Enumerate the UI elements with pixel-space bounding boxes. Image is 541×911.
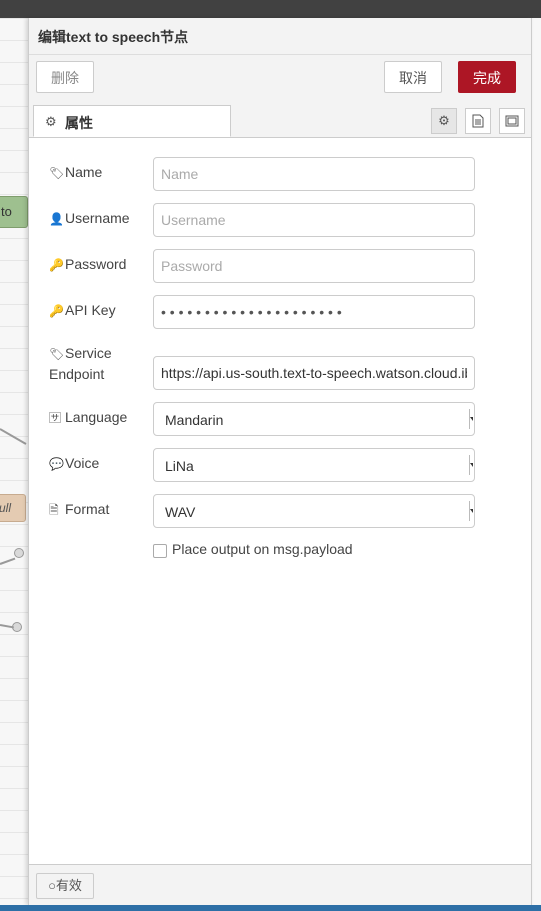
comment-icon: 💬 <box>49 457 64 471</box>
tab-properties[interactable]: ⚙ 属性 <box>33 105 231 137</box>
name-label-text: Name <box>65 164 103 180</box>
circle-icon: ○ <box>48 878 56 893</box>
name-field[interactable] <box>153 157 475 191</box>
tab-description-button[interactable] <box>465 108 491 134</box>
tag-icon: 🏷 <box>49 347 65 361</box>
gear-icon: ⚙ <box>45 114 57 129</box>
password-label: 🔑Password <box>49 256 126 272</box>
name-label: 🏷Name <box>49 164 102 180</box>
language-label-text: Language <box>65 409 128 425</box>
format-select[interactable]: WAV <box>153 494 475 528</box>
tag-icon: 🏷 <box>49 166 65 180</box>
flow-node[interactable]: ull <box>0 494 26 522</box>
dialog-toolbar: 删除 取消 完成 <box>29 55 531 103</box>
name-input[interactable] <box>154 158 474 190</box>
voice-selected-value: LiNa <box>165 458 194 474</box>
node-status-button[interactable]: ○有效 <box>36 873 94 899</box>
apikey-label-text: API Key <box>65 302 116 318</box>
payload-checkbox-label[interactable]: Place output on msg.payload <box>172 541 353 557</box>
key-icon: 🔑 <box>49 304 64 318</box>
username-field[interactable] <box>153 203 475 237</box>
done-button[interactable]: 完成 <box>458 61 516 93</box>
password-field[interactable] <box>153 249 475 283</box>
language-icon: 🈂 <box>49 411 62 425</box>
flow-wire <box>0 428 27 445</box>
voice-select[interactable]: LiNa <box>153 448 475 482</box>
flow-node-label: to <box>1 204 12 219</box>
username-input[interactable] <box>154 204 474 236</box>
top-bar <box>0 0 541 18</box>
apikey-label: 🔑API Key <box>49 302 116 318</box>
tab-appearance-button[interactable] <box>499 108 525 134</box>
voice-label-text: Voice <box>65 455 100 471</box>
chevron-down-icon <box>469 501 474 521</box>
endpoint-label-line1: Service <box>65 345 112 361</box>
gear-icon: ⚙ <box>438 113 450 128</box>
flow-canvas[interactable]: to ull <box>0 18 28 905</box>
tab-label: 属性 <box>65 115 93 131</box>
password-input[interactable] <box>154 250 474 282</box>
bottom-bar <box>0 905 541 911</box>
format-label: 🗎 Format <box>49 501 109 522</box>
username-label-text: Username <box>65 210 130 226</box>
key-icon: 🔑 <box>49 258 64 272</box>
language-select[interactable]: Mandarin <box>153 402 475 436</box>
flow-node[interactable]: to <box>0 196 28 228</box>
edit-node-dialog: 编辑text to speech节点 删除 取消 完成 ⚙ 属性 ⚙ 🏷Name… <box>28 18 532 906</box>
voice-label: 💬Voice <box>49 455 99 471</box>
user-icon: 👤 <box>49 212 64 226</box>
password-label-text: Password <box>65 256 127 272</box>
payload-checkbox[interactable] <box>153 544 167 558</box>
dialog-footer: ○有效 <box>29 864 531 906</box>
endpoint-input[interactable] <box>154 357 474 389</box>
flow-wire <box>0 557 16 565</box>
language-selected-value: Mandarin <box>165 412 224 428</box>
language-label: 🈂 Language <box>49 409 127 426</box>
file-icon <box>472 114 484 128</box>
delete-button[interactable]: 删除 <box>36 61 94 93</box>
file-audio-icon: 🗎 <box>49 503 59 517</box>
flow-node-label: ull <box>0 501 12 515</box>
tab-settings-button[interactable]: ⚙ <box>431 108 457 134</box>
apikey-field[interactable]: • • • • • • • • • • • • • • • • • • • • … <box>153 295 475 329</box>
apikey-masked-value: • • • • • • • • • • • • • • • • • • • • … <box>161 304 342 320</box>
node-status-label: 有效 <box>55 878 82 893</box>
format-label-text: Format <box>65 501 110 517</box>
frame-icon <box>505 115 519 127</box>
cancel-button[interactable]: 取消 <box>384 61 442 93</box>
chevron-down-icon <box>469 409 474 429</box>
chevron-down-icon <box>469 455 474 475</box>
dialog-tabs: ⚙ 属性 ⚙ <box>29 103 531 138</box>
endpoint-label-line2: Endpoint <box>49 366 105 382</box>
username-label: 👤Username <box>49 210 130 226</box>
endpoint-field[interactable] <box>153 356 475 390</box>
dialog-title: 编辑text to speech节点 <box>38 29 189 45</box>
format-selected-value: WAV <box>165 504 196 520</box>
endpoint-label: 🏷Service Endpoint <box>49 343 112 384</box>
dialog-header: 编辑text to speech节点 <box>29 18 531 55</box>
node-port[interactable] <box>14 548 24 558</box>
